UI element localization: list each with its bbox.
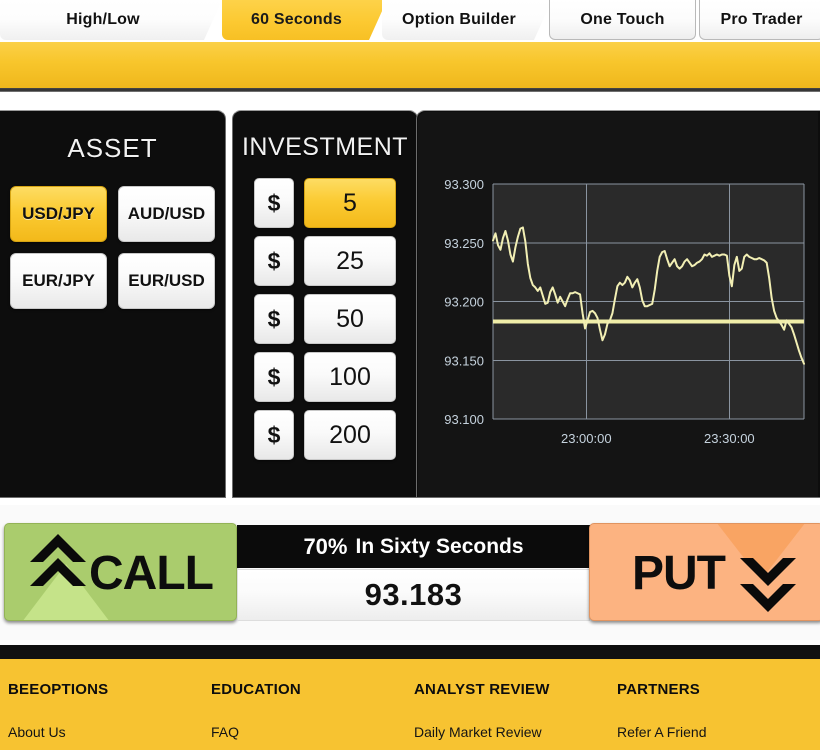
footer-columns: BEEOPTIONS About Us EDUCATION FAQ ANALYS… bbox=[0, 659, 820, 740]
asset-options-grid: USD/JPY AUD/USD EUR/JPY EUR/USD bbox=[0, 164, 216, 309]
asset-option-eurjpy[interactable]: EUR/JPY bbox=[10, 253, 107, 309]
footer-link-about-us[interactable]: About Us bbox=[8, 724, 211, 740]
investment-option-5[interactable]: 5 bbox=[304, 178, 396, 228]
investment-option-100[interactable]: 100 bbox=[304, 352, 396, 402]
payout-text: In Sixty Seconds bbox=[355, 534, 524, 558]
double-chevron-down-icon bbox=[740, 558, 796, 612]
payout-info: 70% In Sixty Seconds 93.183 bbox=[237, 523, 590, 621]
svg-text:23:30:00: 23:30:00 bbox=[704, 431, 755, 446]
svg-text:93.200: 93.200 bbox=[444, 295, 484, 310]
asset-option-audusd[interactable]: AUD/USD bbox=[118, 186, 215, 242]
put-button[interactable]: PUT bbox=[589, 523, 820, 621]
footer-column-partners: PARTNERS Refer A Friend bbox=[617, 681, 820, 740]
investment-option-200[interactable]: 200 bbox=[304, 410, 396, 460]
tab-high-low[interactable]: High/Low bbox=[0, 0, 222, 40]
asset-panel: ASSET USD/JPY AUD/USD EUR/JPY EUR/USD bbox=[0, 110, 226, 498]
svg-text:93.100: 93.100 bbox=[444, 412, 484, 427]
asset-option-label: EUR/USD bbox=[128, 271, 205, 290]
call-button-label: CALL bbox=[89, 547, 214, 600]
currency-symbol-button[interactable]: $ bbox=[254, 294, 294, 344]
investment-option-50[interactable]: 50 bbox=[304, 294, 396, 344]
footer-link-faq[interactable]: FAQ bbox=[211, 724, 414, 740]
investment-row: $ 200 bbox=[254, 410, 396, 460]
put-button-label: PUT bbox=[632, 547, 726, 600]
investment-panel-title: INVESTMENT bbox=[241, 133, 409, 161]
asset-option-eurusd[interactable]: EUR/USD bbox=[118, 253, 215, 309]
footer-column-analyst-review: ANALYST REVIEW Daily Market Review bbox=[414, 681, 617, 740]
asset-option-label: USD/JPY bbox=[22, 204, 95, 223]
footer-column-beeoptions: BEEOPTIONS About Us bbox=[8, 681, 211, 740]
investment-row: $ 50 bbox=[254, 294, 396, 344]
tab-label: Pro Trader bbox=[720, 10, 803, 28]
payout-percent: 70% bbox=[303, 533, 348, 559]
tab-one-touch[interactable]: One Touch bbox=[549, 0, 696, 40]
tab-label: 60 Seconds bbox=[251, 11, 342, 28]
investment-panel: INVESTMENT $ 5 $ 25 $ 50 $ 100 $ 200 bbox=[232, 110, 418, 498]
footer-divider bbox=[0, 645, 820, 659]
investment-options-list: $ 5 $ 25 $ 50 $ 100 $ 200 bbox=[233, 162, 417, 460]
currency-symbol-button[interactable]: $ bbox=[254, 178, 294, 228]
tab-bar: High/Low 60 Seconds Option Builder One T… bbox=[0, 0, 820, 42]
trading-platform: High/Low 60 Seconds Option Builder One T… bbox=[0, 0, 820, 750]
tab-option-builder[interactable]: Option Builder bbox=[382, 0, 552, 40]
svg-text:93.250: 93.250 bbox=[444, 236, 484, 251]
header-band bbox=[0, 40, 820, 92]
investment-row: $ 5 bbox=[254, 178, 396, 228]
current-price-value: 93.183 bbox=[364, 577, 463, 612]
footer-column-education: EDUCATION FAQ bbox=[211, 681, 414, 740]
asset-panel-title: ASSET bbox=[67, 133, 158, 163]
panels-row: ASSET USD/JPY AUD/USD EUR/JPY EUR/USD IN… bbox=[0, 110, 820, 500]
investment-option-25[interactable]: 25 bbox=[304, 236, 396, 286]
footer-heading: ANALYST REVIEW bbox=[414, 681, 550, 698]
footer-heading: EDUCATION bbox=[211, 681, 301, 698]
payout-bar: 70% In Sixty Seconds bbox=[237, 523, 590, 568]
footer: BEEOPTIONS About Us EDUCATION FAQ ANALYS… bbox=[0, 659, 820, 750]
footer-heading: BEEOPTIONS bbox=[8, 681, 109, 698]
svg-text:93.300: 93.300 bbox=[444, 177, 484, 192]
asset-option-label: AUD/USD bbox=[127, 204, 206, 223]
call-button[interactable]: CALL bbox=[4, 523, 237, 621]
investment-row: $ 25 bbox=[254, 236, 396, 286]
current-price-display: 93.183 bbox=[237, 569, 590, 621]
footer-link-daily-market-review[interactable]: Daily Market Review bbox=[414, 724, 617, 740]
asset-option-usdjpy[interactable]: USD/JPY bbox=[10, 186, 107, 242]
chart-panel: 93.300 93.250 93.200 93.150 93.100 23:00:00 23… bbox=[416, 110, 820, 498]
svg-text:23:00:00: 23:00:00 bbox=[561, 431, 612, 446]
currency-symbol-button[interactable]: $ bbox=[254, 410, 294, 460]
double-chevron-up-icon bbox=[30, 534, 86, 586]
tab-60-seconds[interactable]: 60 Seconds bbox=[222, 0, 387, 40]
tab-label: One Touch bbox=[580, 10, 665, 28]
tab-pro-trader[interactable]: Pro Trader bbox=[699, 0, 820, 40]
investment-row: $ 100 bbox=[254, 352, 396, 402]
svg-text:93.150: 93.150 bbox=[444, 353, 484, 368]
footer-heading: PARTNERS bbox=[617, 681, 700, 698]
tab-label: High/Low bbox=[66, 11, 140, 28]
price-chart[interactable]: 93.300 93.250 93.200 93.150 93.100 23:00:00 23… bbox=[418, 112, 818, 497]
tab-label: Option Builder bbox=[402, 11, 516, 28]
price-chart-svg: 93.300 93.250 93.200 93.150 93.100 23:00:00 23… bbox=[418, 112, 818, 497]
currency-symbol-button[interactable]: $ bbox=[254, 236, 294, 286]
footer-link-refer-a-friend[interactable]: Refer A Friend bbox=[617, 724, 820, 740]
asset-option-label: EUR/JPY bbox=[22, 271, 95, 290]
trade-bar: CALL 70% In Sixty Seconds 93.183 PUT bbox=[0, 505, 820, 640]
currency-symbol-button[interactable]: $ bbox=[254, 352, 294, 402]
